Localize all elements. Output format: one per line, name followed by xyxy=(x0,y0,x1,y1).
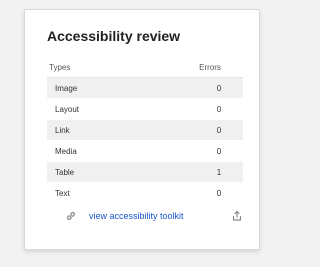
row-type: Table xyxy=(55,167,75,177)
errors-table: Types Errors Image 0 Layout 0 Link 0 Med… xyxy=(47,57,243,204)
link-icon xyxy=(65,210,77,222)
table-row: Text 0 xyxy=(47,183,243,204)
row-type: Text xyxy=(55,188,70,198)
row-type: Layout xyxy=(55,104,80,114)
table-row: Layout 0 xyxy=(47,99,243,120)
column-header-types: Types xyxy=(49,62,71,72)
row-type: Image xyxy=(55,83,78,93)
table-header: Types Errors xyxy=(47,57,243,78)
table-row: Media 0 xyxy=(47,141,243,162)
row-errors: 1 xyxy=(216,167,222,177)
accessibility-toolkit-link[interactable]: view accessibility toolkit xyxy=(89,211,184,221)
row-errors: 0 xyxy=(216,188,222,198)
accessibility-review-card: Accessibility review Types Errors Image … xyxy=(24,9,260,250)
card-footer: view accessibility toolkit xyxy=(47,208,243,224)
row-errors: 0 xyxy=(216,146,222,156)
table-row: Table 1 xyxy=(47,162,243,183)
row-errors: 0 xyxy=(216,83,222,93)
column-header-errors: Errors xyxy=(199,62,221,72)
row-type: Link xyxy=(55,125,70,135)
table-row: Image 0 xyxy=(47,78,243,99)
card-title: Accessibility review xyxy=(47,28,181,44)
row-errors: 0 xyxy=(216,125,222,135)
export-icon[interactable] xyxy=(231,210,243,222)
row-errors: 0 xyxy=(216,104,222,114)
table-row: Link 0 xyxy=(47,120,243,141)
row-type: Media xyxy=(55,146,77,156)
